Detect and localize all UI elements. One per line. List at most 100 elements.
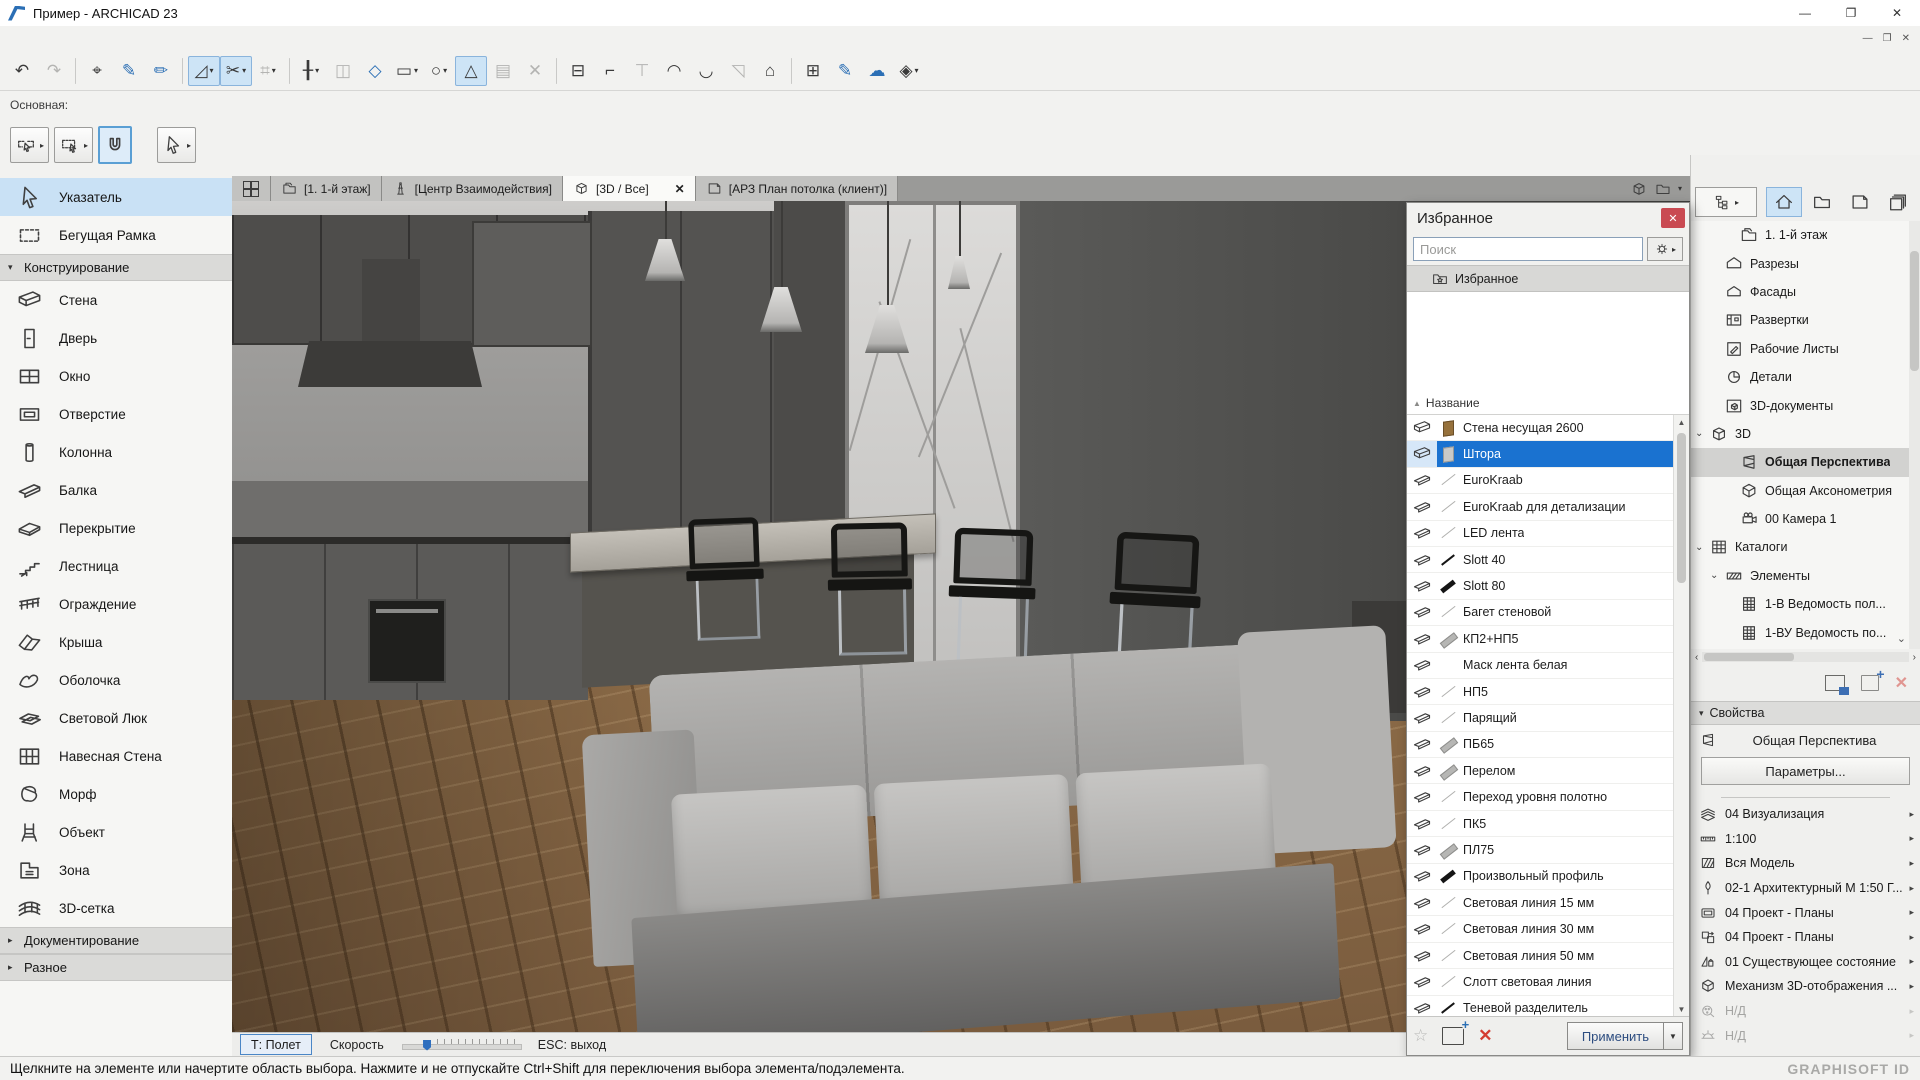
nav-item-story[interactable]: 1. 1-й этаж [1691, 221, 1909, 249]
view-3d-icon[interactable]: ◈▾ [893, 56, 925, 86]
tree-horizontal-scrollbar[interactable]: ‹ › [1691, 649, 1920, 665]
layout-book-button[interactable] [1842, 187, 1878, 217]
tree-scrollbar[interactable] [1909, 221, 1920, 649]
nav-item-worksheets[interactable]: Рабочие Листы [1691, 335, 1909, 363]
project-chooser-button[interactable]: ▸ [1695, 187, 1757, 217]
toolbox-item-shell[interactable]: Оболочка [0, 661, 232, 699]
prop-model-view-options[interactable]: 04 Проект - Планы ▸ [1691, 900, 1920, 925]
prop-layer-combination[interactable]: 04 Визуализация ▸ [1691, 802, 1920, 827]
close-button[interactable]: ✕ [1874, 0, 1920, 26]
apply-button[interactable]: Применить [1567, 1022, 1664, 1050]
toolbox-item-beam[interactable]: Балка [0, 471, 232, 509]
redo-icon[interactable]: ↷▾ [38, 56, 70, 86]
view-switch-buttons[interactable]: ▾ [1622, 176, 1690, 201]
survey-point-icon[interactable]: ⌗▾ [252, 56, 284, 86]
favorite-item[interactable]: Багет стеновой [1407, 600, 1673, 626]
toolbox-item-railing[interactable]: Ограждение [0, 585, 232, 623]
favorite-item[interactable]: ПЛ75 [1407, 837, 1673, 863]
toolbox-item-mesh[interactable]: 3D-сетка [0, 889, 232, 927]
favorite-item[interactable]: ПК5 [1407, 811, 1673, 837]
nav-item-schedule-1[interactable]: 1-В Ведомость пол... [1691, 590, 1909, 618]
chevron-right-icon[interactable]: ▸ [1909, 809, 1914, 820]
add-favorite-icon[interactable]: ☆ [1413, 1026, 1428, 1046]
publisher-button[interactable] [1880, 187, 1916, 217]
toolbox-section-misc[interactable]: Разное [0, 954, 232, 981]
toolbox-item-stair[interactable]: Лестница [0, 547, 232, 585]
toolbox-item-morph[interactable]: Морф [0, 775, 232, 813]
toolbox-item-object[interactable]: Объект [0, 813, 232, 851]
tree-more-icon[interactable]: ⌄ [1897, 632, 1906, 645]
settings-button[interactable]: Параметры... [1701, 757, 1910, 785]
favorite-item[interactable]: НП5 [1407, 679, 1673, 705]
toolbox-item-wall[interactable]: Стена [0, 281, 232, 319]
prop-renovation-filter[interactable]: 01 Существующее состояние ▸ [1691, 950, 1920, 975]
delete-viewpoint-icon[interactable]: ✕ [1895, 673, 1908, 693]
favorite-item[interactable]: Маск лента белая [1407, 653, 1673, 679]
chevron-right-icon[interactable]: ▸ [1909, 956, 1914, 967]
quad-view-button[interactable] [232, 176, 271, 201]
toolbox-item-column[interactable]: Колонна [0, 433, 232, 471]
trim-icon[interactable]: ✂▾ [220, 56, 252, 86]
home-story-icon[interactable]: ⌂▾ [754, 56, 786, 86]
split-icon[interactable]: ⊟▾ [562, 56, 594, 86]
favorite-item[interactable]: Перелом [1407, 758, 1673, 784]
doc-close-icon[interactable]: ✕ [1902, 33, 1910, 44]
favorite-item[interactable]: Теневой разделитель [1407, 996, 1673, 1016]
separator[interactable]: ▾ [75, 58, 76, 84]
favorites-title-bar[interactable]: Избранное ✕ [1407, 203, 1689, 233]
tab-3d-all[interactable]: [3D / Все] ✕ [563, 176, 696, 201]
separator[interactable]: ▾ [289, 58, 290, 84]
mirror-icon[interactable]: ◇▾ [359, 56, 391, 86]
arrow-flyout-button[interactable]: ▸ [157, 127, 196, 163]
adjust-icon[interactable]: ⌐▾ [594, 56, 626, 86]
stretch-icon[interactable]: ✕▾ [519, 56, 551, 86]
scroll-up-icon[interactable]: ▲ [1678, 415, 1686, 429]
review-cloud-icon[interactable]: ☁▾ [861, 56, 893, 86]
intersect-icon[interactable]: ⊤▾ [626, 56, 658, 86]
chevron-right-icon[interactable]: ▸ [1909, 833, 1914, 844]
toolbox-item-door[interactable]: Дверь [0, 319, 232, 357]
favorite-item[interactable]: EuroKraab для детализации [1407, 494, 1673, 520]
favorite-item[interactable]: Переход уровня полотно [1407, 784, 1673, 810]
markup-icon[interactable]: ✎▾ [829, 56, 861, 86]
favorite-item[interactable]: КП2+НП5 [1407, 626, 1673, 652]
favorite-item[interactable]: Произвольный профиль [1407, 864, 1673, 890]
nav-item-details[interactable]: Детали [1691, 363, 1909, 391]
fillet-icon[interactable]: ◠▾ [658, 56, 690, 86]
edit-polygon-icon[interactable]: △▾ [455, 56, 487, 86]
new-folder-icon[interactable] [1442, 1027, 1464, 1045]
prop-scale[interactable]: 1:100 ▸ [1691, 827, 1920, 852]
chevron-right-icon[interactable]: ▸ [1909, 883, 1914, 894]
project-map-button[interactable] [1766, 187, 1802, 217]
nav-item-interior-elevations[interactable]: Развертки [1691, 306, 1909, 334]
favorite-item[interactable]: Слотт световая линия [1407, 969, 1673, 995]
find-select-icon[interactable]: ⌖▾ [81, 56, 113, 86]
favorites-folder-row[interactable]: Избранное [1407, 265, 1689, 292]
separator[interactable]: ▾ [791, 58, 792, 84]
toolbox-item-roof[interactable]: Крыша [0, 623, 232, 661]
copy-settings-icon[interactable] [1825, 675, 1845, 691]
favorite-item[interactable]: Световая линия 30 мм [1407, 916, 1673, 942]
prop-3d-engine[interactable]: Механизм 3D-отображения ... ▸ [1691, 974, 1920, 999]
separator[interactable]: ▾ [182, 58, 183, 84]
nav-item-3d[interactable]: ⌄ 3D [1691, 420, 1909, 448]
scroll-left-icon[interactable]: ‹ [1695, 652, 1698, 663]
tab-ceiling-plan[interactable]: [АРЗ План потолка (клиент)] ✕ [696, 176, 898, 201]
doc-minimize-icon[interactable]: — [1863, 33, 1873, 44]
toolbox-item-skylight[interactable]: Световой Люк [0, 699, 232, 737]
toolbox-item-slab[interactable]: Перекрытие [0, 509, 232, 547]
favorites-scrollbar[interactable]: ▲ ▼ [1673, 415, 1689, 1016]
favorite-item[interactable]: Световая линия 50 мм [1407, 943, 1673, 969]
snap-guides-icon[interactable]: ◫▾ [327, 56, 359, 86]
ghost-story-icon[interactable]: ○▾ [423, 56, 455, 86]
prop-structure-display[interactable]: Вся Модель ▸ [1691, 851, 1920, 876]
separator[interactable]: ▾ [556, 58, 557, 84]
arc-icon[interactable]: ◡▾ [690, 56, 722, 86]
favorite-item[interactable]: EuroKraab [1407, 468, 1673, 494]
tab-close-icon[interactable]: ✕ [675, 182, 685, 196]
minimize-button[interactable]: — [1782, 0, 1828, 26]
prop-render-na[interactable]: Н/Д ▸ [1691, 999, 1920, 1024]
nav-item-schedule-2[interactable]: 1-ВУ Ведомость по... [1691, 618, 1909, 646]
chevron-right-icon[interactable]: ▸ [1909, 981, 1914, 992]
favorite-item[interactable]: Slott 40 [1407, 547, 1673, 573]
